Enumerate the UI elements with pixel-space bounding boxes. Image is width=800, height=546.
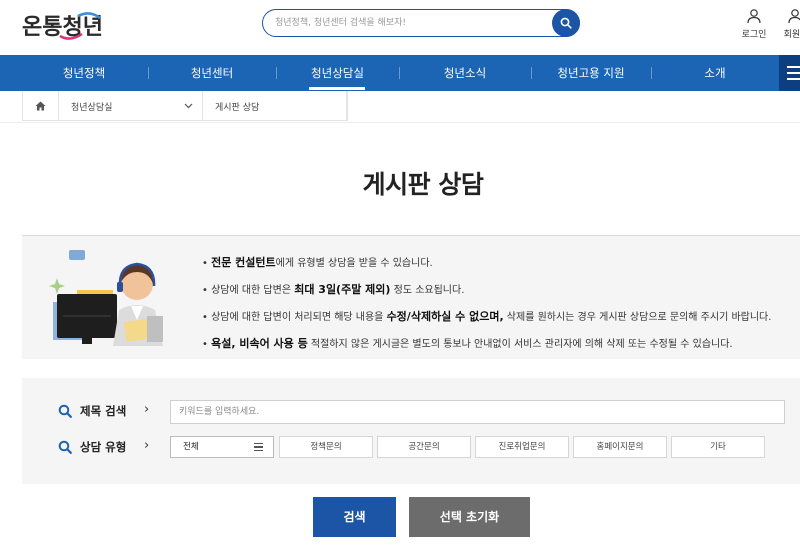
notice-box: • 전문 컨설턴트에게 유형별 상담을 받을 수 있습니다. • 상담에 대한 … — [22, 235, 800, 359]
type-option-space[interactable]: 공간문의 — [377, 436, 471, 458]
search-filter: 제목 검색 › 상담 유형 › 전체 정책문의 공간문의 진로취업문의 홈페이지… — [22, 378, 800, 484]
breadcrumb-level1[interactable]: 청년상담실 — [59, 91, 203, 121]
notice-list: • 전문 컨설턴트에게 유형별 상담을 받을 수 있습니다. • 상담에 대한 … — [202, 250, 800, 358]
nav-item-counsel[interactable]: 청년상담실 — [276, 55, 399, 91]
chevron-right-icon: › — [144, 438, 150, 453]
breadcrumb-level1-label: 청년상담실 — [71, 102, 113, 113]
main-navigation: 청년정책 청년센터 청년상담실 청년소식 청년고용 지원 소개 — [0, 55, 800, 91]
breadcrumb-level2-label: 게시판 상담 — [215, 102, 260, 113]
nav-active-indicator — [309, 87, 365, 90]
type-option-policy[interactable]: 정책문의 — [279, 436, 373, 458]
join-link[interactable]: 회원가 — [778, 8, 800, 40]
notice-item: • 전문 컨설턴트에게 유형별 상담을 받을 수 있습니다. — [202, 256, 433, 269]
notice-item: • 상담에 대한 답변이 처리되면 해당 내용을 수정/삭제하실 수 없으며, … — [202, 310, 772, 323]
notice-item: • 상담에 대한 답변은 최대 3일(주말 제외) 정도 소요됩니다. — [202, 283, 465, 296]
chevron-right-icon: › — [144, 402, 150, 417]
nav-item-news[interactable]: 청년소식 — [399, 55, 531, 91]
page-title: 게시판 상담 — [362, 170, 484, 199]
site-logo[interactable]: 온통청년 — [20, 6, 120, 46]
breadcrumb-level2[interactable]: 게시판 상담 — [203, 91, 347, 121]
global-search — [262, 9, 580, 37]
keyword-input[interactable] — [170, 400, 785, 424]
search-input[interactable] — [275, 14, 545, 32]
title-search-label: 제목 검색 — [58, 403, 126, 419]
search-submit-button[interactable]: 검색 — [313, 497, 396, 537]
login-link[interactable]: 로그인 — [738, 8, 770, 40]
search-icon — [560, 17, 572, 29]
notice-item: • 욕설, 비속어 사용 등 적절하지 않은 게시글은 별도의 통보나 안내없이… — [202, 337, 733, 350]
type-option-career[interactable]: 진로취업문의 — [475, 436, 569, 458]
logo-mark: 온통청년 — [22, 12, 103, 40]
search-icon — [58, 404, 72, 418]
all-menu-button[interactable] — [779, 55, 800, 91]
login-label: 로그인 — [741, 30, 767, 40]
chevron-down-icon — [184, 103, 193, 109]
user-add-icon — [788, 9, 800, 24]
home-icon — [35, 101, 46, 111]
nav-item-center[interactable]: 청년센터 — [148, 55, 276, 91]
search-button[interactable] — [552, 9, 580, 37]
search-icon — [58, 440, 72, 454]
type-option-homepage[interactable]: 홈페이지문의 — [573, 436, 667, 458]
user-icon — [747, 9, 761, 24]
nav-item-policy[interactable]: 청년정책 — [20, 55, 148, 91]
breadcrumb-home[interactable] — [23, 91, 59, 121]
divider — [0, 122, 800, 123]
header: 온통청년 로그인 회원가 — [0, 0, 800, 55]
join-label: 회원가 — [783, 30, 800, 40]
type-select-all[interactable]: 전체 — [170, 436, 274, 458]
menu-icon — [254, 443, 263, 451]
type-option-etc[interactable]: 기타 — [671, 436, 765, 458]
nav-item-employment[interactable]: 청년고용 지원 — [531, 55, 651, 91]
reset-button[interactable]: 선택 초기화 — [409, 497, 530, 537]
counselor-illustration — [49, 250, 163, 346]
type-label: 상담 유형 — [58, 439, 126, 455]
breadcrumb: 청년상담실 게시판 상담 — [22, 91, 348, 121]
nav-item-about[interactable]: 소개 — [651, 55, 779, 91]
